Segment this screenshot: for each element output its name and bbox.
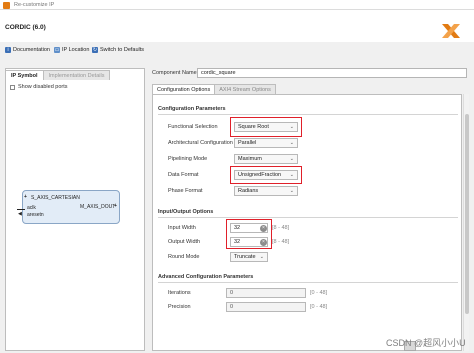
ip-location-button[interactable]: ▭ IP Location [54, 45, 89, 54]
ip-location-label: IP Location [62, 46, 90, 53]
toolbar: i Documentation ▭ IP Location ↻ Switch t… [0, 42, 474, 56]
documentation-icon: i [5, 46, 11, 53]
round-mode-dropdown[interactable]: Truncate ⌄ [230, 252, 268, 262]
chevron-down-icon: ⌄ [259, 254, 264, 260]
config-params-title: Configuration Parameters [158, 106, 226, 112]
xilinx-logo-icon [442, 24, 460, 38]
documentation-button[interactable]: i Documentation [5, 45, 50, 54]
output-width-range: [8 - 48] [272, 239, 290, 245]
highlight-io-widths [226, 219, 272, 249]
plus-icon[interactable]: + [24, 194, 27, 200]
port-aresetn: aresetn [27, 212, 44, 218]
iterations-input[interactable]: 0 [226, 288, 306, 298]
round-mode-value: Truncate [234, 254, 256, 260]
architectural-config-dropdown[interactable]: Parallel ⌄ [234, 138, 298, 148]
reset-arrow-icon: ◀ [18, 211, 22, 217]
component-name-input[interactable]: cordic_square [197, 68, 467, 78]
divider [158, 114, 458, 115]
divider [158, 282, 458, 283]
precision-range: [0 - 48] [310, 304, 328, 310]
tab-axi4-stream-options[interactable]: AXI4 Stream Options [214, 84, 276, 94]
refresh-icon: ↻ [92, 46, 98, 53]
functional-selection-label: Functional Selection [168, 124, 218, 130]
input-width-range: [8 - 48] [272, 225, 290, 231]
highlight-data-format [230, 166, 302, 184]
phase-format-value: Radians [238, 188, 259, 194]
advanced-params-title: Advanced Configuration Parameters [158, 274, 254, 280]
pipelining-mode-value: Maximum [238, 156, 262, 162]
iterations-label: Iterations [168, 290, 191, 296]
scrollbar-thumb[interactable] [465, 114, 469, 314]
plus-icon[interactable]: + [114, 203, 117, 209]
tab-ip-symbol[interactable]: IP Symbol [5, 70, 44, 80]
architectural-config-value: Parallel [238, 140, 257, 146]
tab-configuration-options[interactable]: Configuration Options [152, 84, 216, 94]
show-disabled-ports-checkbox[interactable] [10, 84, 15, 90]
show-disabled-ports-row[interactable]: Show disabled ports [10, 84, 68, 90]
left-tabs: IP Symbol Implementation Details [5, 70, 111, 80]
window-title: Re-customize IP [14, 1, 55, 8]
precision-input[interactable]: 0 [226, 302, 306, 312]
data-format-label: Data Format [168, 172, 199, 178]
io-options-title: Input/Output Options [158, 209, 214, 215]
documentation-label: Documentation [13, 46, 50, 53]
window-titlebar: Re-customize IP [0, 0, 474, 10]
switch-defaults-button[interactable]: ↻ Switch to Defaults [92, 45, 144, 54]
architectural-config-label: Architectural Configuration [168, 140, 233, 146]
phase-format-dropdown[interactable]: Radians ⌄ [234, 186, 298, 196]
pipelining-mode-label: Pipelining Mode [168, 156, 208, 162]
port-s-axis-cartesian: S_AXIS_CARTESIAN [31, 195, 80, 201]
show-disabled-ports-label: Show disabled ports [18, 84, 68, 90]
ip-header: CORDIC (6.0) i Documentation ▭ IP Locati… [0, 10, 474, 56]
ip-name: CORDIC (6.0) [5, 24, 46, 31]
divider [158, 217, 458, 218]
round-mode-label: Round Mode [168, 254, 200, 260]
aclk-port-line [17, 209, 25, 210]
phase-format-label: Phase Format [168, 188, 203, 194]
chevron-down-icon: ⌄ [289, 140, 294, 146]
iterations-range: [0 - 48] [310, 290, 328, 296]
configuration-body [152, 94, 462, 351]
output-width-label: Output Width [168, 239, 201, 245]
input-width-label: Input Width [168, 225, 196, 231]
config-tabs: Configuration Options AXI4 Stream Option… [152, 84, 276, 94]
port-aclk: aclk [27, 205, 36, 211]
config-scrollbar[interactable] [463, 94, 469, 351]
highlight-functional-selection [230, 117, 302, 137]
chevron-down-icon: ⌄ [289, 156, 294, 162]
app-icon [3, 1, 10, 9]
component-name-label: Component Name [152, 70, 197, 76]
pipelining-mode-dropdown[interactable]: Maximum ⌄ [234, 154, 298, 164]
tab-implementation-details[interactable]: Implementation Details [42, 70, 111, 80]
folder-icon: ▭ [54, 46, 60, 53]
chevron-down-icon: ⌄ [289, 188, 294, 194]
port-m-axis-dout: M_AXIS_DOUT [80, 204, 116, 210]
precision-label: Precision [168, 304, 191, 310]
watermark: CSDN @超风小小U [386, 338, 466, 348]
switch-defaults-label: Switch to Defaults [100, 46, 145, 53]
